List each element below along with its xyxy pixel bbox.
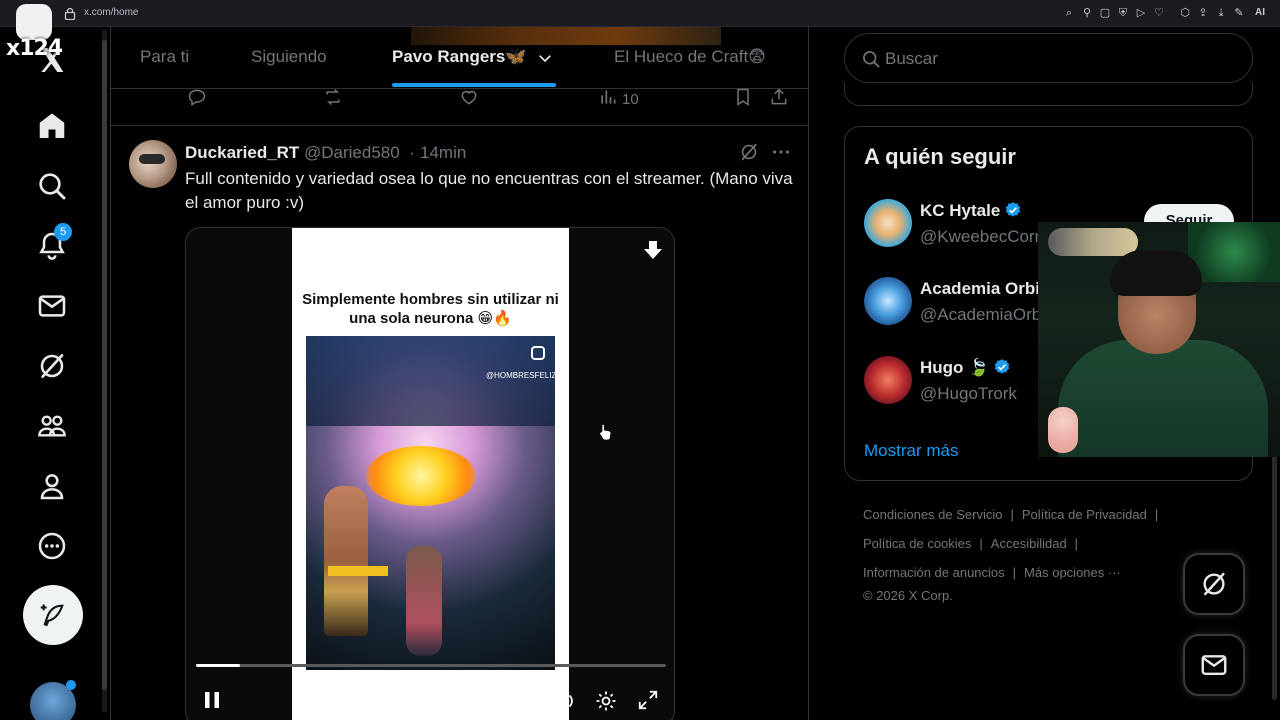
streamer-logo: x124 — [4, 2, 63, 62]
settings-gear-icon[interactable] — [594, 689, 618, 713]
video-progress-bar[interactable] — [196, 664, 666, 667]
previous-sidebar-card — [844, 82, 1253, 106]
search-box[interactable]: Buscar — [844, 33, 1253, 83]
messages-mail-icon[interactable] — [36, 290, 68, 322]
streamer-webcam-overlay — [1038, 222, 1280, 457]
follow-name-hugo[interactable]: Hugo 🍃 — [920, 358, 1011, 378]
meta-separator: · — [409, 143, 415, 162]
screenshot-icon[interactable]: ▢ — [1098, 6, 1112, 20]
footer-link-terms[interactable]: Condiciones de Servicio — [863, 507, 1002, 522]
flame-effect — [366, 446, 476, 506]
verified-badge-icon — [1006, 202, 1021, 217]
mascot-sticker — [1048, 407, 1078, 453]
heart-icon[interactable]: ♡ — [1152, 6, 1166, 20]
chevron-down-icon[interactable] — [536, 49, 554, 67]
home-icon[interactable] — [36, 110, 68, 142]
footer-link-ads-info[interactable]: Información de anuncios — [863, 565, 1005, 580]
notification-badge: 5 — [54, 223, 72, 241]
extensions-icon[interactable]: ⬡ — [1178, 6, 1192, 20]
volume-icon[interactable] — [552, 689, 576, 713]
grok-icon[interactable] — [738, 141, 760, 163]
footer-link-privacy[interactable]: Política de Privacidad — [1022, 507, 1147, 522]
grok-floating-button[interactable] — [1183, 553, 1245, 615]
show-more-link[interactable]: Mostrar más — [864, 441, 958, 461]
search-placeholder: Buscar — [885, 49, 938, 68]
video-caption: Simplemente hombres sin utilizar ni una … — [302, 291, 559, 327]
footer-link-more-options[interactable]: Más opciones ··· — [1024, 565, 1121, 580]
edit-icon[interactable]: ✎ — [1232, 6, 1246, 20]
left-scrollbar[interactable] — [102, 30, 107, 712]
footer-link-accessibility[interactable]: Accesibilidad — [991, 536, 1067, 551]
follow-name-academia-orbis[interactable]: Academia Orbis — [920, 279, 1049, 299]
zoom-icon[interactable]: ⌕ — [1062, 6, 1076, 20]
author-avatar[interactable] — [129, 140, 177, 188]
author-name[interactable]: Duckaried_RT — [185, 143, 299, 163]
tab-pavo-rangers[interactable]: Pavo Rangers🦋 — [392, 47, 527, 67]
profile-icon[interactable] — [36, 470, 68, 502]
play-icon[interactable]: ▷ — [1134, 6, 1148, 20]
tab-siguiendo[interactable]: Siguiendo — [251, 47, 327, 67]
instagram-icon — [531, 346, 545, 360]
post-text: Full contenido y variedad osea lo que no… — [185, 169, 793, 212]
follow-avatar-hugo[interactable] — [864, 356, 912, 404]
communities-icon[interactable] — [36, 410, 68, 442]
download-icon[interactable]: ⤓ — [1214, 6, 1228, 20]
more-horizontal-icon[interactable] — [770, 141, 792, 163]
left-navigation: 5 — [0, 27, 105, 720]
follow-name-kc-hytale[interactable]: KC Hytale — [920, 201, 1022, 221]
follow-handle-hugo: @HugoTrork — [920, 384, 1017, 403]
more-options-icon[interactable] — [36, 530, 68, 562]
hand-cursor-icon — [599, 423, 612, 441]
share-icon[interactable]: ⇪ — [1196, 6, 1210, 20]
ai-button[interactable]: AI — [1255, 7, 1265, 18]
microphone — [1048, 228, 1138, 256]
search-icon[interactable] — [36, 170, 68, 202]
previous-post-actions — [111, 89, 808, 126]
tab-el-hueco-de-craft[interactable]: El Hueco de Craft😨 — [614, 47, 766, 67]
video-player[interactable]: Simplemente hombres sin utilizar ni una … — [185, 227, 675, 720]
tab-banner — [411, 27, 721, 45]
follow-handle-academia-orbis: @AcademiaOrbis — [920, 305, 1054, 324]
timeline-tabs: Para ti Siguiendo Pavo Rangers🦋 El Hueco… — [111, 27, 808, 89]
shield-icon[interactable]: ⛨ — [1116, 6, 1130, 20]
video-watermark: @HOMBRESFELIZ — [486, 371, 555, 380]
tab-para-ti[interactable]: Para ti — [140, 47, 189, 67]
timeline-column: Para ti Siguiendo Pavo Rangers🦋 El Hueco… — [110, 27, 809, 720]
grok-icon[interactable] — [36, 350, 68, 382]
video-clip: @HOMBRESFELIZ — [306, 336, 555, 670]
follow-avatar-kc-hytale[interactable] — [864, 199, 912, 247]
messages-floating-button[interactable] — [1183, 634, 1245, 696]
search-icon — [863, 51, 880, 68]
video-progress-fill — [196, 664, 240, 667]
feather-plus-icon — [40, 604, 64, 627]
fullscreen-icon[interactable] — [637, 689, 659, 711]
author-handle[interactable]: @Daried580 — [304, 143, 400, 163]
who-to-follow-title: A quién seguir — [864, 144, 1016, 169]
pause-icon[interactable] — [200, 688, 224, 712]
lock-icon — [64, 7, 76, 20]
browser-toolbar: x.com/home ⌕ ⚲ ▢ ⛨ ▷ ♡ ⬡ ⇪ ⤓ ✎ AI — [0, 0, 1280, 27]
footer-copyright: © 2026 X Corp. — [863, 588, 953, 603]
grok-icon — [1203, 572, 1225, 596]
download-arrow-icon[interactable] — [641, 238, 665, 262]
verified-badge-icon — [995, 359, 1010, 374]
footer-link-cookies[interactable]: Política de cookies — [863, 536, 971, 551]
pin-icon[interactable]: ⚲ — [1080, 6, 1094, 20]
video-frame: Simplemente hombres sin utilizar ni una … — [292, 228, 569, 720]
mail-icon — [1201, 655, 1227, 675]
video-time: 0:05 / 0:54 — [446, 691, 527, 710]
account-status-dot — [66, 680, 76, 690]
streamer-logo-text: x124 — [6, 36, 63, 61]
compose-post-button[interactable] — [23, 585, 83, 645]
post-time[interactable]: 14min — [420, 143, 466, 163]
address-bar[interactable]: x.com/home — [84, 7, 138, 18]
follow-avatar-academia-orbis[interactable] — [864, 277, 912, 325]
